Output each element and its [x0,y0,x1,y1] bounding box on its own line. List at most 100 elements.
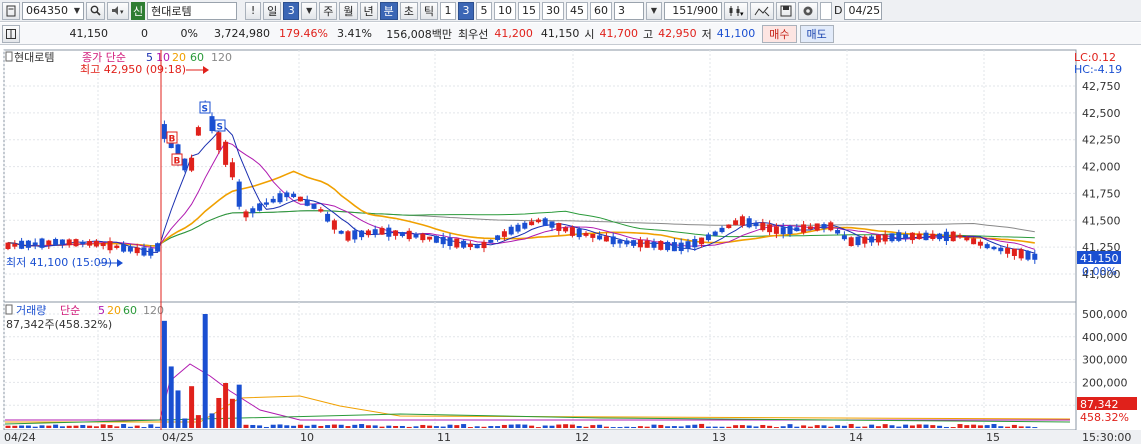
period-number-button[interactable]: 3 [283,1,300,20]
signal-marker: B [171,153,183,167]
volume-bar [828,426,834,428]
interval-30-button[interactable]: 30 [542,1,564,20]
volume-bar [692,424,698,428]
candle-body [855,236,861,246]
volume-bar [943,426,949,428]
candle-body [957,235,963,238]
gear-icon[interactable] [798,1,818,20]
sell-button[interactable]: 매도 [799,24,834,43]
period-year-button[interactable]: 년 [359,1,378,20]
period-week-button[interactable]: 주 [319,1,338,20]
volume-bar [855,426,861,428]
volume-bar [440,426,446,428]
period-day-button[interactable]: 일 [263,1,282,20]
signal-marker-label: S [202,105,208,115]
volume-tick-label: 400,000 [1082,331,1128,344]
volume-bar [787,424,793,428]
volume-bar [501,424,507,428]
interval-count-select[interactable]: 3 [614,1,644,20]
candle-body [862,236,868,244]
candle-body [338,230,344,234]
grid-icon[interactable] [2,24,20,43]
volume-bar [5,425,11,428]
candle-body [284,192,290,198]
candle-body [311,203,317,209]
date-input[interactable]: 04/25 [844,1,883,20]
volume-bar [882,424,888,428]
candle-body [161,124,167,139]
candle-body [1032,253,1038,260]
volume-bar [563,424,569,428]
save-icon[interactable] [776,1,796,20]
stock-chart[interactable]: BBSS 현대로템 종가 단순 5 10 20 60 120 최고 42,950… [0,46,1141,444]
candle-body [223,141,229,165]
search-icon[interactable] [86,1,105,20]
bar-chart-icon[interactable]: ▾ [724,1,748,20]
candle-body [420,233,426,241]
volume-bar [73,425,79,428]
candle-body [644,240,650,248]
candle-body [495,235,501,240]
cross-icon[interactable] [750,1,774,20]
price-panel [3,49,1077,303]
volume-bar [631,426,637,428]
volume-bar [107,425,113,428]
bar-count-input[interactable]: 151/900 [664,1,722,20]
calculator-icon[interactable] [2,1,20,20]
volume-bar [624,426,630,428]
volume-bar [359,424,365,428]
chart-toolbar: 064350 ▼ ▾ 신 현대로템 ! 일 3 ▼ 주 월 년 분 초 틱 1 … [0,0,1141,22]
volume-bar [318,425,324,428]
interval-45-button[interactable]: 45 [566,1,588,20]
period-second-button[interactable]: 초 [399,1,418,20]
interval-10-button[interactable]: 10 [494,1,516,20]
candle-body [794,227,800,232]
volume-bar [909,425,915,428]
interval-15-button[interactable]: 15 [518,1,540,20]
chevron-down-icon[interactable]: ▼ [74,6,80,15]
time-tick-label: 04/25 [162,431,194,444]
stock-code-input[interactable]: 064350 ▼ [22,1,84,20]
d-checkbox[interactable] [820,1,832,20]
volume-bar [1025,426,1031,428]
volume-legend-prefix: 단순 [60,304,80,317]
candle-body [148,248,154,256]
period-dropdown[interactable]: ▼ [301,1,318,20]
candle-body [882,234,888,242]
chart-area[interactable]: BBSS 현대로템 종가 단순 5 10 20 60 120 최고 42,950… [0,46,1141,444]
time-tick-label: 13 [712,431,726,444]
volume-bar [202,314,208,428]
candle-body [964,237,970,241]
period-tick-button[interactable]: 틱 [419,1,438,20]
time-tick-label: 04/24 [4,431,36,444]
interval-1-button[interactable]: 1 [440,1,456,20]
candle-body [807,226,813,230]
interval-60-button[interactable]: 60 [590,1,612,20]
volume-bar [127,426,133,428]
speaker-icon[interactable]: ▾ [107,1,129,20]
volume-legend-label: 거래량 [16,304,46,317]
volume-bar [488,426,494,428]
volume-bar [121,424,127,428]
alert-button[interactable]: ! [245,1,262,20]
candle-body [1005,248,1011,254]
volume-bar [665,426,671,428]
candle-body [733,220,739,225]
stock-name-field[interactable]: 현대로템 [147,1,238,20]
best-ask: 41,200 [494,27,533,40]
buy-button[interactable]: 매수 [762,24,797,43]
interval-count-dropdown[interactable]: ▼ [646,1,662,20]
period-minute-button[interactable]: 분 [379,1,398,20]
period-month-button[interactable]: 월 [339,1,358,20]
interval-5-button[interactable]: 5 [476,1,492,20]
volume-bar [209,413,215,428]
volume-bar [168,366,174,428]
volume-bar [12,425,18,428]
interval-3-button[interactable]: 3 [458,1,474,20]
volume-bar [617,427,623,428]
candle-body [331,220,337,230]
candle-body [930,233,936,239]
time-tick-label: 14 [849,431,863,444]
candle-body [712,231,718,236]
volume-bar [862,426,868,428]
